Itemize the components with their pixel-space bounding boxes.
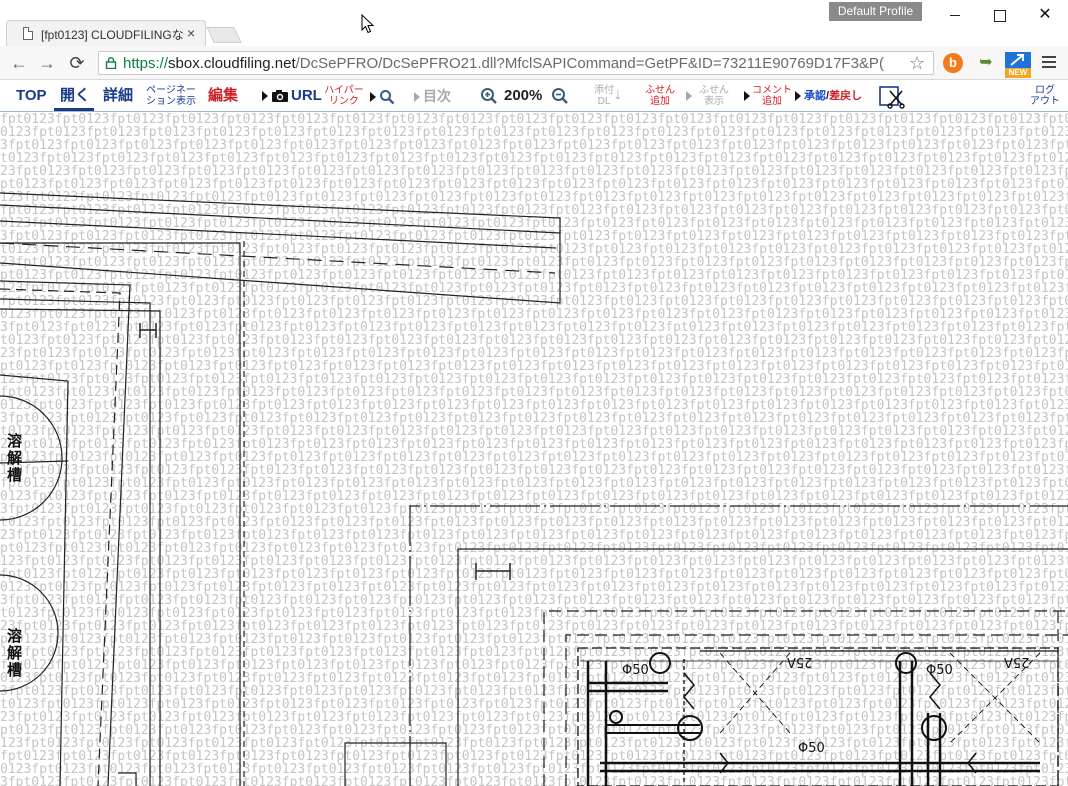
toc-label: 目次 — [423, 88, 451, 104]
back-arrow-icon[interactable]: ← — [8, 52, 30, 74]
pagination-label-2: ション表示 — [146, 96, 196, 107]
browser-menu-icon[interactable] — [1040, 53, 1058, 73]
annotation-tool-button[interactable] — [878, 85, 906, 109]
browser-titlebar: [fpt0123] CLOUDFILINGな × Default Profile… — [0, 0, 1068, 46]
attach-label-1: 添付 — [594, 85, 614, 96]
sticky-add-label-1: ふせん — [645, 85, 675, 96]
play-triangle-icon — [744, 91, 750, 101]
sticky-show-label-2: 表示 — [704, 96, 724, 107]
hyperlink-label-1: ハイパー — [324, 85, 364, 96]
address-bar[interactable]: https://sbox.cloudfiling.net/DcSePFRO/Dc… — [98, 51, 934, 75]
pipe-size-label: 25A — [787, 654, 813, 669]
document-icon — [23, 27, 33, 40]
pipe-diameter-label: Φ50 — [798, 741, 825, 756]
search-icon — [380, 89, 395, 105]
maximize-button[interactable] — [976, 4, 1022, 26]
sticky-show-label-1: ふせん — [699, 85, 729, 96]
browser-navbar: ← → ⟳ https://sbox.cloudfiling.net/DcSeP… — [0, 46, 1068, 80]
zoom-out-button[interactable] — [551, 87, 569, 105]
new-badge: NEW — [1005, 68, 1031, 78]
toc-button: 目次 — [414, 80, 451, 112]
play-triangle-icon — [262, 91, 268, 102]
drawing-beam — [0, 192, 561, 304]
zoom-in-button[interactable] — [480, 87, 498, 105]
technical-drawing — [0, 192, 1068, 786]
top-button[interactable]: TOP — [16, 80, 47, 112]
tank-label: 溶解槽 — [5, 628, 23, 679]
pagination-label-1: ページネー — [146, 85, 196, 96]
approve-reject-group[interactable]: 承認/差戻し — [795, 80, 862, 112]
active-tab-underline — [54, 108, 94, 111]
logout-label-2: アウト — [1030, 96, 1060, 107]
profile-badge[interactable]: Default Profile — [829, 2, 922, 21]
expand-arrow-icon — [1010, 54, 1024, 66]
download-arrow-icon: ↓ — [614, 86, 622, 103]
zoom-out-icon — [552, 88, 568, 104]
pipe-diameter-label: Φ50 — [926, 663, 953, 678]
extension-arrow-icon[interactable]: ➥ — [976, 53, 996, 73]
document-viewer[interactable]: fpt0123fpt0123fpt0123fpt0123fpt0123fpt01… — [0, 113, 1068, 786]
drawing-frame-right — [118, 505, 1068, 786]
forward-arrow-icon[interactable]: → — [36, 52, 58, 74]
edit-button[interactable]: 編集 — [208, 80, 238, 112]
extension-new-icon[interactable]: NEW — [1005, 52, 1031, 78]
close-window-button[interactable]: ✕ — [1022, 4, 1068, 26]
add-sticky-button[interactable]: ふせん 追加 — [642, 80, 678, 112]
drawing-frame-left — [0, 241, 245, 786]
approve-button[interactable]: 承認 — [804, 90, 826, 102]
search-button[interactable] — [370, 88, 395, 106]
logout-label-1: ログ — [1035, 85, 1055, 96]
attachment-download-button: 添付 DL — [592, 80, 616, 112]
new-tab-button[interactable] — [206, 27, 242, 43]
play-triangle-icon — [370, 91, 376, 102]
play-triangle-icon — [686, 91, 692, 101]
pagination-button[interactable]: ページネー ション表示 — [146, 80, 196, 112]
url-button[interactable]: URL — [262, 80, 322, 112]
play-triangle-icon — [414, 92, 420, 103]
attach-label-2: DL — [597, 96, 611, 107]
reject-button[interactable]: 差戻し — [829, 90, 862, 102]
hyperlink-label-2: リンク — [329, 96, 359, 107]
browser-tab[interactable]: [fpt0123] CLOUDFILINGな × — [6, 20, 206, 46]
detail-button[interactable]: 詳細 — [103, 80, 133, 112]
comment-label-1: コメント — [752, 85, 792, 96]
comment-label-2: 追加 — [762, 96, 782, 107]
sticky-add-label-2: 追加 — [650, 96, 670, 107]
play-triangle-icon — [795, 91, 801, 102]
bookmark-star-icon[interactable]: ☆ — [909, 53, 925, 74]
tab-close-icon[interactable]: × — [187, 25, 195, 41]
camera-icon — [272, 90, 288, 103]
url-label: URL — [291, 87, 322, 104]
tab-title: [fpt0123] CLOUDFILINGな — [41, 28, 183, 42]
dimension-markers — [139, 323, 511, 580]
lock-icon — [105, 57, 117, 69]
piping-detail — [577, 647, 1059, 786]
reload-icon[interactable]: ⟳ — [66, 52, 88, 74]
tank-label: 溶解槽 — [5, 433, 23, 484]
app-toolbar: TOP 開く 詳細 ページネー ション表示 編集 URL ハイパー リンク 目次… — [0, 80, 1068, 112]
mouse-cursor-icon — [361, 14, 375, 34]
url-text: https://sbox.cloudfiling.net/DcSePFRO/Dc… — [123, 55, 884, 72]
zoom-in-icon — [481, 88, 497, 104]
extension-b-icon[interactable]: b — [943, 53, 963, 73]
add-comment-button[interactable]: コメント 追加 — [744, 80, 794, 112]
pipe-size-label: 25A — [1004, 654, 1030, 669]
scissors-frame-icon — [879, 86, 905, 109]
pipe-diameter-label: Φ50 — [622, 663, 649, 678]
zoom-level: 200% — [504, 87, 543, 104]
logout-button[interactable]: ログ アウト — [1028, 80, 1062, 112]
minimize-button[interactable] — [932, 4, 978, 26]
hyperlink-button[interactable]: ハイパー リンク — [324, 80, 364, 112]
